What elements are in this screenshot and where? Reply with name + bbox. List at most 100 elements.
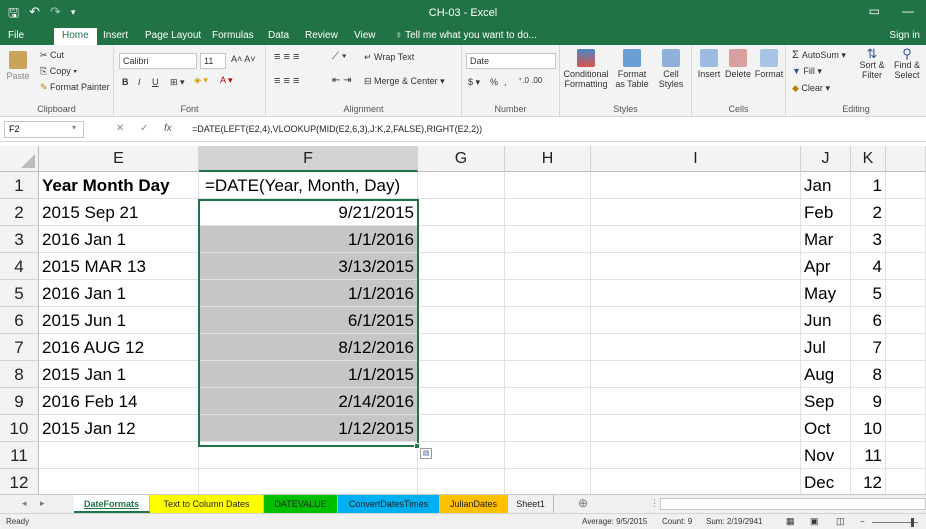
enter-icon[interactable]: ✓ bbox=[140, 123, 148, 134]
cell-f6[interactable]: 6/1/2015 bbox=[199, 307, 418, 334]
cell-j10[interactable]: Oct bbox=[801, 415, 851, 442]
cell-k8[interactable]: 8 bbox=[851, 361, 886, 388]
cell-j6[interactable]: Jun bbox=[801, 307, 851, 334]
number-format-select[interactable]: Date bbox=[466, 53, 556, 69]
cell-e4[interactable]: 2015 MAR 13 bbox=[39, 253, 199, 280]
tab-formulas[interactable]: Formulas bbox=[212, 29, 254, 45]
cell-i10[interactable] bbox=[591, 415, 801, 442]
format-painter-button[interactable]: ✎ Format Painter bbox=[40, 82, 110, 93]
cell-k9[interactable]: 9 bbox=[851, 388, 886, 415]
tell-me-box[interactable]: ♀ Tell me what you want to do... bbox=[395, 29, 537, 45]
column-header-f[interactable]: F bbox=[199, 146, 418, 172]
cell-k11[interactable]: 11 bbox=[851, 442, 886, 469]
align-top-icons[interactable]: ≡ ≡ ≡ bbox=[274, 51, 299, 63]
cell-l7[interactable] bbox=[886, 334, 926, 361]
conditional-formatting-button[interactable]: Conditional Formatting bbox=[562, 49, 610, 89]
zoom-out-icon[interactable]: − bbox=[860, 517, 865, 526]
cell-k1[interactable]: 1 bbox=[851, 172, 886, 199]
delete-button[interactable]: Delete bbox=[724, 49, 752, 79]
column-header-j[interactable]: J bbox=[801, 146, 851, 172]
cut-button[interactable]: ✂ Cut bbox=[40, 50, 64, 61]
copy-button[interactable]: ⎘ Copy ▾ bbox=[40, 66, 77, 77]
cell-e5[interactable]: 2016 Jan 1 bbox=[39, 280, 199, 307]
row-header[interactable]: 9 bbox=[0, 388, 39, 415]
cell-e11[interactable] bbox=[39, 442, 199, 469]
bold-button[interactable]: B bbox=[122, 77, 129, 87]
align-left-icons[interactable]: ≡ ≡ ≡ bbox=[274, 75, 299, 87]
clear-button[interactable]: ◆ Clear ▾ bbox=[792, 83, 830, 94]
comma-button[interactable]: , bbox=[504, 77, 507, 87]
cell-j1[interactable]: Jan bbox=[801, 172, 851, 199]
cell-k2[interactable]: 2 bbox=[851, 199, 886, 226]
cell-styles-button[interactable]: Cell Styles bbox=[654, 49, 688, 89]
column-header-i[interactable]: I bbox=[591, 146, 801, 172]
tab-review[interactable]: Review bbox=[305, 29, 338, 45]
cell-h8[interactable] bbox=[505, 361, 591, 388]
cell-j4[interactable]: Apr bbox=[801, 253, 851, 280]
row-header[interactable]: 10 bbox=[0, 415, 39, 442]
quick-analysis-icon[interactable]: ▤ bbox=[420, 448, 432, 459]
cell-h1[interactable] bbox=[505, 172, 591, 199]
cell-i5[interactable] bbox=[591, 280, 801, 307]
sign-in-link[interactable]: Sign in bbox=[889, 29, 920, 45]
cell-k7[interactable]: 7 bbox=[851, 334, 886, 361]
cell-j8[interactable]: Aug bbox=[801, 361, 851, 388]
tab-data[interactable]: Data bbox=[268, 29, 289, 45]
cell-e6[interactable]: 2015 Jun 1 bbox=[39, 307, 199, 334]
cell-f5[interactable]: 1/1/2016 bbox=[199, 280, 418, 307]
cell-f4[interactable]: 3/13/2015 bbox=[199, 253, 418, 280]
format-button[interactable]: Format bbox=[754, 49, 784, 79]
tab-view[interactable]: View bbox=[354, 29, 376, 45]
cell-j3[interactable]: Mar bbox=[801, 226, 851, 253]
name-box-dropdown-icon[interactable]: ▾ bbox=[72, 123, 76, 132]
cell-j11[interactable]: Nov bbox=[801, 442, 851, 469]
fill-button[interactable]: ▼ Fill ▾ bbox=[792, 66, 822, 77]
cell-l5[interactable] bbox=[886, 280, 926, 307]
column-header-e[interactable]: E bbox=[39, 146, 199, 172]
sheet-tab-datevalue[interactable]: DATEVALUE bbox=[264, 495, 338, 513]
cell-l1[interactable] bbox=[886, 172, 926, 199]
page-layout-view-icon[interactable]: ▣ bbox=[810, 516, 819, 527]
cell-j5[interactable]: May bbox=[801, 280, 851, 307]
cell-e8[interactable]: 2015 Jan 1 bbox=[39, 361, 199, 388]
cell-i4[interactable] bbox=[591, 253, 801, 280]
cell-l10[interactable] bbox=[886, 415, 926, 442]
normal-view-icon[interactable]: ▦ bbox=[786, 516, 795, 527]
decimal-icons[interactable]: ⁺.0 .00 bbox=[518, 76, 542, 85]
sheet-tab-convertdatestimes[interactable]: ConvertDatesTimes bbox=[338, 495, 440, 513]
sheet-tab-text-to-column-dates[interactable]: Text to Column Dates bbox=[150, 495, 264, 513]
cell-k5[interactable]: 5 bbox=[851, 280, 886, 307]
cell-f2[interactable]: 9/21/2015 bbox=[199, 199, 418, 226]
cell-h4[interactable] bbox=[505, 253, 591, 280]
sheet-tab-sheet1[interactable]: Sheet1 bbox=[508, 495, 554, 513]
cell-j7[interactable]: Jul bbox=[801, 334, 851, 361]
cell-f12[interactable] bbox=[199, 469, 418, 494]
select-all-button[interactable] bbox=[0, 146, 39, 172]
formula-input[interactable]: =DATE(LEFT(E2,4),VLOOKUP(MID(E2,6,3),J:K… bbox=[192, 124, 482, 134]
tab-home[interactable]: Home bbox=[54, 28, 97, 45]
cell-i7[interactable] bbox=[591, 334, 801, 361]
column-header-l[interactable] bbox=[886, 146, 926, 172]
cell-h3[interactable] bbox=[505, 226, 591, 253]
function-icon[interactable]: fx bbox=[164, 123, 172, 134]
cell-f9[interactable]: 2/14/2016 bbox=[199, 388, 418, 415]
cell-k12[interactable]: 12 bbox=[851, 469, 886, 494]
cell-i12[interactable] bbox=[591, 469, 801, 494]
cell-i6[interactable] bbox=[591, 307, 801, 334]
cell-i8[interactable] bbox=[591, 361, 801, 388]
cell-k4[interactable]: 4 bbox=[851, 253, 886, 280]
cell-f11[interactable] bbox=[199, 442, 418, 469]
borders-icon[interactable]: ⊞ ▾ bbox=[170, 77, 185, 88]
currency-button[interactable]: $ ▾ bbox=[468, 77, 480, 88]
cell-h2[interactable] bbox=[505, 199, 591, 226]
sheet-next-icon[interactable]: ▸ bbox=[40, 498, 45, 509]
row-header[interactable]: 2 bbox=[0, 199, 39, 226]
cell-e12[interactable] bbox=[39, 469, 199, 494]
cell-g9[interactable] bbox=[418, 388, 505, 415]
indent-icons[interactable]: ⇤ ⇥ bbox=[332, 75, 352, 86]
minimize-icon[interactable]: — bbox=[902, 4, 914, 18]
cell-i2[interactable] bbox=[591, 199, 801, 226]
cell-i9[interactable] bbox=[591, 388, 801, 415]
cell-l4[interactable] bbox=[886, 253, 926, 280]
cell-h6[interactable] bbox=[505, 307, 591, 334]
